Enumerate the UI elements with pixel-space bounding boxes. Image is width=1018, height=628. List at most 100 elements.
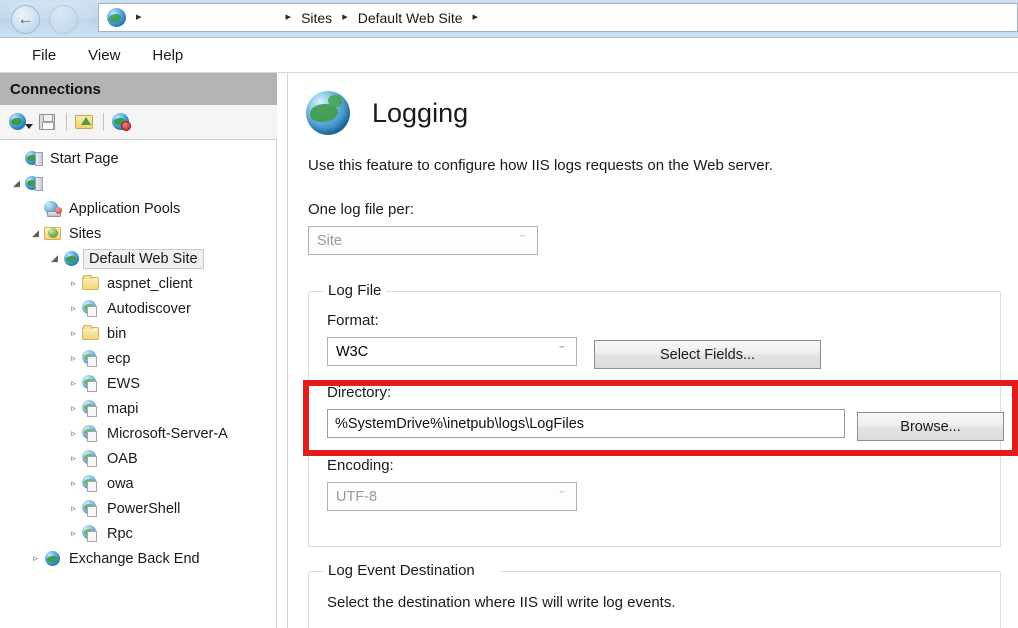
menu-item-file[interactable]: File [16, 44, 72, 67]
application-icon [82, 350, 101, 367]
tree-item-server[interactable]: ◢ [0, 171, 276, 196]
tree-item-ecp[interactable]: ▹ ecp [0, 346, 276, 371]
tree-item-label: Application Pools [69, 200, 181, 217]
encoding-label: Encoding: [327, 457, 394, 474]
sites-folder-icon [44, 225, 63, 242]
page-header: Logging [288, 73, 1018, 135]
tree-item-ews[interactable]: ▹ EWS [0, 371, 276, 396]
tree-item-label: mapi [107, 400, 139, 417]
tree-expander-icon[interactable]: ▹ [67, 304, 80, 313]
breadcrumb-separator: ▸ [342, 11, 348, 23]
tree-expander-icon[interactable]: ◢ [29, 229, 42, 238]
chevron-down-icon: ˇ [559, 345, 565, 357]
tree-item-default-web-site[interactable]: ◢ Default Web Site [0, 246, 276, 271]
one-log-file-per-field: One log file per: Site ˇ [308, 201, 538, 255]
browse-button[interactable]: Browse... [857, 412, 1004, 441]
tree-expander-icon[interactable]: ▹ [67, 504, 80, 513]
tree-expander-icon[interactable]: ▹ [67, 279, 80, 288]
breadcrumb-separator: ▸ [285, 11, 292, 23]
application-icon [82, 500, 101, 517]
save-connections-button[interactable] [35, 110, 61, 134]
tree-item-label: EWS [107, 375, 141, 392]
menu-bar: File View Help [0, 38, 1018, 73]
tree-item-autodiscover[interactable]: ▹ Autodiscover [0, 296, 276, 321]
tree-expander-icon[interactable]: ▹ [67, 379, 80, 388]
tree-expander-icon[interactable]: ▹ [67, 529, 80, 538]
tree-item-label: bin [107, 325, 127, 342]
tree-item-rpc[interactable]: ▹ Rpc [0, 521, 276, 546]
tree-item-label: Rpc [107, 525, 133, 542]
connections-pane: Connections Start Page ◢ Application Pools… [0, 73, 277, 628]
select-fields-button[interactable]: Select Fields... [594, 340, 821, 369]
application-icon [82, 525, 101, 542]
breadcrumb[interactable]: ▸ ▸ Sites ▸ Default Web Site ▸ [98, 3, 1018, 32]
tree-item-label: ecp [107, 350, 131, 367]
tree-item-start-page[interactable]: Start Page [0, 146, 276, 171]
tree-expander-icon[interactable]: ▹ [67, 479, 80, 488]
page-title: Logging [372, 97, 469, 128]
tree-item-bin[interactable]: ▹ bin [0, 321, 276, 346]
format-value: W3C [336, 343, 369, 360]
tree-item-oab[interactable]: ▹ OAB [0, 446, 276, 471]
tree-expander-icon[interactable]: ▹ [67, 354, 80, 363]
forward-button[interactable] [49, 5, 78, 34]
connections-tree[interactable]: Start Page ◢ Application Pools ◢ Sites ◢ Defau… [0, 140, 277, 628]
title-bar: ← ▸ ▸ Sites ▸ Default Web Site ▸ [0, 0, 1018, 38]
application-icon [82, 400, 101, 417]
connections-toolbar [0, 105, 277, 140]
application-icon [82, 375, 101, 392]
tree-item-label: aspnet_client [107, 275, 193, 292]
directory-label: Directory: [327, 384, 392, 401]
open-folder-button[interactable] [72, 110, 98, 134]
tree-expander-icon[interactable]: ◢ [48, 254, 61, 263]
format-label: Format: [327, 312, 379, 329]
group-border [309, 291, 323, 292]
tree-item-label: owa [107, 475, 134, 492]
tree-expander-icon[interactable]: ▹ [29, 554, 42, 563]
tree-item-owa[interactable]: ▹ owa [0, 471, 276, 496]
tree-item-label: PowerShell [107, 500, 181, 517]
breadcrumb-item-default-web-site[interactable]: Default Web Site [355, 9, 466, 27]
tree-item-label: Autodiscover [107, 300, 191, 317]
log-event-destination-group: Log Event Destination Select the destina… [308, 562, 1001, 628]
breadcrumb-item-sites[interactable]: Sites [298, 9, 335, 27]
group-border [500, 571, 1000, 572]
tree-item-powershell[interactable]: ▹ PowerShell [0, 496, 276, 521]
tree-item-aspnet-client[interactable]: ▹ aspnet_client [0, 271, 276, 296]
log-event-destination-group-title: Log Event Destination [323, 562, 480, 579]
encoding-select[interactable]: UTF-8 ˇ [327, 482, 577, 511]
folder-export-icon [75, 115, 93, 129]
tree-item-label: Microsoft-Server-A [107, 425, 228, 442]
group-border [377, 291, 1000, 292]
tree-expander-icon[interactable]: ▹ [67, 454, 80, 463]
tree-item-mapi[interactable]: ▹ mapi [0, 396, 276, 421]
log-event-destination-description: Select the destination where IIS will wr… [327, 594, 676, 611]
log-file-group: Log File Format: W3C ˇ Select Fields... … [308, 282, 1004, 547]
menu-item-view[interactable]: View [72, 44, 136, 67]
tree-item-application-pools[interactable]: Application Pools [0, 196, 276, 221]
application-icon [82, 425, 101, 442]
tree-item-sites[interactable]: ◢ Sites [0, 221, 276, 246]
toolbar-divider [103, 113, 104, 131]
disconnect-button[interactable] [109, 110, 135, 134]
feature-pane: Logging Use this feature to configure ho… [287, 73, 1018, 628]
connections-pane-header: Connections [0, 73, 277, 105]
directory-input[interactable]: %SystemDrive%\inetpub\logs\LogFiles [327, 409, 845, 438]
tree-expander-icon[interactable]: ▹ [67, 404, 80, 413]
breadcrumb-item-server[interactable] [148, 9, 279, 26]
menu-item-help[interactable]: Help [136, 44, 199, 67]
back-button[interactable]: ← [11, 5, 40, 34]
format-select[interactable]: W3C ˇ [327, 337, 577, 366]
application-icon [82, 450, 101, 467]
tree-item-exchange-back-end[interactable]: ▹ Exchange Back End [0, 546, 276, 571]
application-icon [82, 300, 101, 317]
connect-to-server-button[interactable] [7, 110, 33, 134]
disconnect-badge-icon [121, 121, 131, 131]
tree-expander-icon[interactable]: ▹ [67, 429, 80, 438]
tree-expander-icon[interactable]: ◢ [10, 179, 23, 188]
one-log-file-per-select[interactable]: Site ˇ [308, 226, 538, 255]
tree-item-label: Default Web Site [83, 248, 204, 269]
tree-item-microsoft-server-a[interactable]: ▹ Microsoft-Server-A [0, 421, 276, 446]
tree-expander-icon[interactable]: ▹ [67, 329, 80, 338]
group-border [309, 571, 323, 572]
